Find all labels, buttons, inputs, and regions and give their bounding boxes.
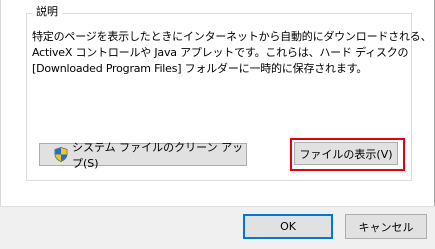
cancel-button-label: キャンセル — [358, 220, 414, 234]
ok-button[interactable]: OK — [243, 214, 333, 239]
cleanup-system-files-button[interactable]: システム ファイルのクリーン アップ(S) — [39, 141, 247, 170]
ok-button-label: OK — [280, 220, 296, 233]
description-line: 特定のページを表示したときにインターネットから自動的にダウンロードされる、 — [32, 30, 432, 43]
uac-shield-icon — [54, 147, 68, 162]
dialog-content-panel: 説明 特定のページを表示したときにインターネットから自動的にダウンロードされる、… — [0, 0, 435, 206]
cancel-button[interactable]: キャンセル — [345, 214, 427, 239]
group-title: 説明 — [32, 4, 62, 20]
description-line: [Downloaded Program Files] フォルダーに一時的に保存さ… — [32, 62, 368, 75]
view-files-button[interactable]: ファイルの表示(V) — [294, 142, 398, 165]
description-text: 特定のページを表示したときにインターネットから自動的にダウンロードされる、 Ac… — [32, 29, 432, 77]
footer-divider — [0, 206, 435, 207]
description-line: ActiveX コントロールや Java アプレットです。これらは、ハード ディ… — [32, 46, 409, 59]
view-files-button-label: ファイルの表示(V) — [299, 147, 393, 161]
cleanup-button-label: システム ファイルのクリーン アップ(S) — [72, 140, 244, 170]
